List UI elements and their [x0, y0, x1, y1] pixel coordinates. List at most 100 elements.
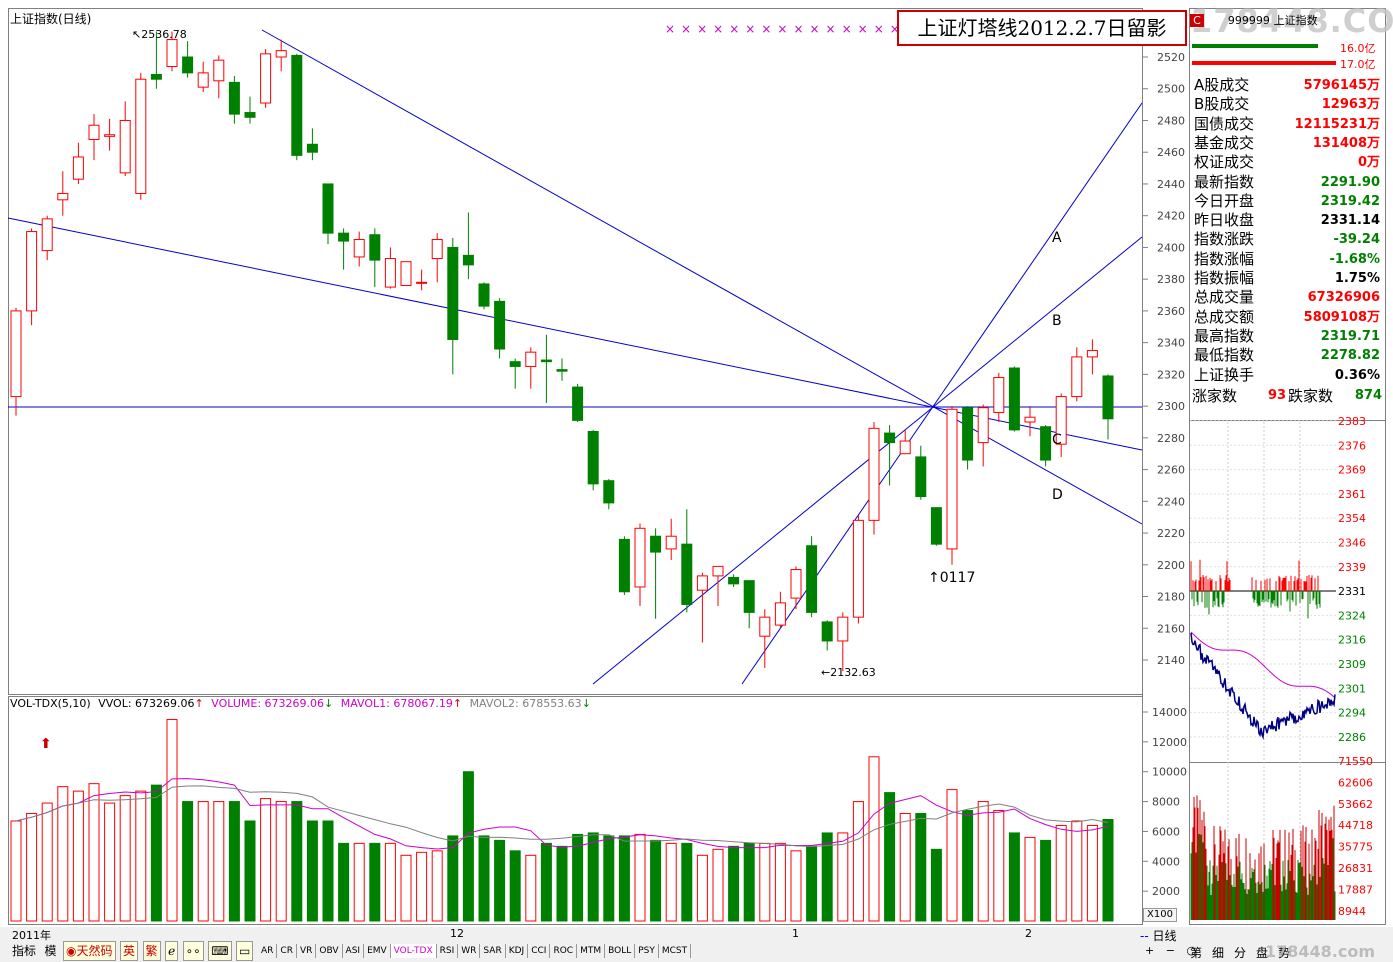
vol-tick-label: 4000 — [1152, 855, 1180, 868]
indicator-tab[interactable]: VR — [297, 944, 317, 958]
price-tick-label: 2340 — [1157, 337, 1185, 350]
side-tab[interactable]: 第 — [1190, 946, 1202, 960]
dots-icon[interactable]: ∘∘ — [182, 941, 204, 961]
volume-bar — [384, 842, 396, 922]
english-button[interactable]: 英 — [120, 941, 139, 961]
quote-row: 最新指数 2291.90 — [1192, 173, 1382, 192]
candle-body — [72, 156, 84, 180]
side-tab[interactable]: 分 — [1234, 946, 1246, 960]
candle-body — [509, 361, 521, 367]
candle-body — [260, 53, 272, 104]
candle-body — [525, 351, 537, 367]
rise-value: 93 — [1268, 388, 1287, 403]
template-label[interactable]: 模 — [43, 942, 59, 960]
candle-body — [291, 54, 303, 156]
volume-bar — [1040, 839, 1052, 922]
indicator-tab[interactable]: OBV — [316, 944, 343, 958]
candle-body — [166, 39, 178, 68]
indicator-tab[interactable]: SAR — [480, 944, 506, 958]
candle — [696, 572, 708, 643]
candle-body — [774, 602, 786, 626]
indicator-tab[interactable]: ROC — [550, 944, 578, 958]
indicator-tab[interactable]: MCST — [659, 944, 692, 958]
indicator-tab[interactable]: CR — [277, 944, 297, 958]
candle-body — [962, 407, 974, 461]
candle-body — [369, 234, 381, 261]
quote-label: 国债成交 — [1194, 114, 1255, 133]
indicator-label[interactable]: 指标 — [10, 942, 38, 960]
candle-body — [338, 232, 350, 242]
candle — [10, 307, 22, 416]
indicator-tab[interactable]: AR — [258, 944, 278, 958]
plus-button[interactable]: + — [1145, 944, 1154, 957]
rise-label: 涨家数 — [1192, 387, 1238, 405]
candle-body — [353, 238, 365, 258]
quote-value: 2331.14 — [1320, 213, 1380, 229]
side-tab[interactable]: 细 — [1212, 946, 1224, 960]
mini-price-label: 2294 — [1338, 707, 1366, 720]
quote-value: 0.36% — [1334, 367, 1380, 383]
kline-chart[interactable]: 2520 2500 2480 2460 2440 2420 2400 2380 2360 2340… — [0, 0, 1393, 962]
quote-label: 指数振幅 — [1194, 269, 1255, 287]
vol-vvol: VVOL: 673269.06 — [98, 697, 195, 710]
candle — [962, 406, 974, 470]
settings-icon[interactable]: ▭ — [236, 941, 254, 961]
volume-bar — [494, 839, 506, 922]
quote-row: B股成交 12963万 — [1192, 95, 1382, 114]
keyboard-icon[interactable]: ⌨ — [208, 941, 232, 961]
mini-price-label: 2383 — [1338, 415, 1366, 428]
candle-body — [759, 616, 771, 637]
candle — [650, 528, 662, 619]
candle — [104, 118, 116, 151]
volume-bar — [634, 833, 646, 922]
quote-value: 2278.82 — [1320, 348, 1380, 364]
candle-body — [899, 440, 911, 455]
indicator-tab[interactable]: RSI — [437, 944, 459, 958]
candle-body — [650, 535, 662, 553]
candle — [57, 171, 69, 216]
tianranma-button[interactable]: ◉天然码 — [63, 941, 116, 961]
indicator-tab[interactable]: MTM — [577, 944, 606, 958]
mini-price-label: 2324 — [1338, 609, 1366, 622]
traditional-button[interactable]: 繁 — [142, 941, 161, 961]
indicator-tab[interactable]: EMV — [364, 944, 391, 958]
indicator-tab[interactable]: PSY — [635, 944, 659, 958]
indicator-tab[interactable]: CCI — [528, 944, 551, 958]
bar2-value: 17.0亿 — [1340, 58, 1376, 71]
candle — [728, 574, 740, 588]
candle — [774, 591, 786, 629]
mini-price-label: 2316 — [1338, 634, 1366, 647]
candle-body — [930, 507, 942, 545]
top-right-header: C 999999 上证指数 — [1190, 12, 1386, 34]
candle-body — [1102, 375, 1114, 420]
vol-indicator-name: VOL-TDX(5,10) — [10, 697, 91, 710]
candle — [806, 536, 818, 618]
volume-bar — [260, 798, 272, 922]
volume-bar — [1024, 836, 1036, 922]
volume-bar — [10, 820, 22, 922]
candle — [509, 358, 521, 389]
quote-row: 最低指数 2278.82 — [1192, 346, 1382, 365]
quote-value: 12963万 — [1321, 97, 1380, 113]
line-c-label: C — [1052, 432, 1062, 448]
period-label[interactable]: -- 日线 — [1140, 927, 1188, 943]
volume-bar — [603, 835, 615, 922]
indicator-tab[interactable]: ASI — [343, 944, 365, 958]
indicator-tab[interactable]: WR — [458, 944, 481, 958]
volume-bar — [41, 802, 53, 922]
indicator-tab[interactable]: BOLL — [605, 944, 636, 958]
candle-body — [213, 59, 225, 82]
vol-mavol1: MAVOL1: 678067.19 — [340, 697, 453, 710]
ie-icon[interactable]: ℯ — [165, 941, 179, 961]
indicator-tab[interactable]: VOL-TDX — [390, 944, 437, 958]
candle-body — [681, 543, 693, 605]
quote-label: 基金成交 — [1194, 133, 1255, 152]
candle-body — [462, 254, 474, 266]
line-d-label: D — [1052, 487, 1063, 503]
candle-body — [26, 231, 38, 312]
candle — [182, 41, 194, 78]
minus-button[interactable]: − — [1166, 944, 1175, 957]
indicator-tab[interactable]: KDJ — [506, 944, 529, 958]
candle — [993, 372, 1005, 422]
volume-bar — [228, 801, 240, 922]
